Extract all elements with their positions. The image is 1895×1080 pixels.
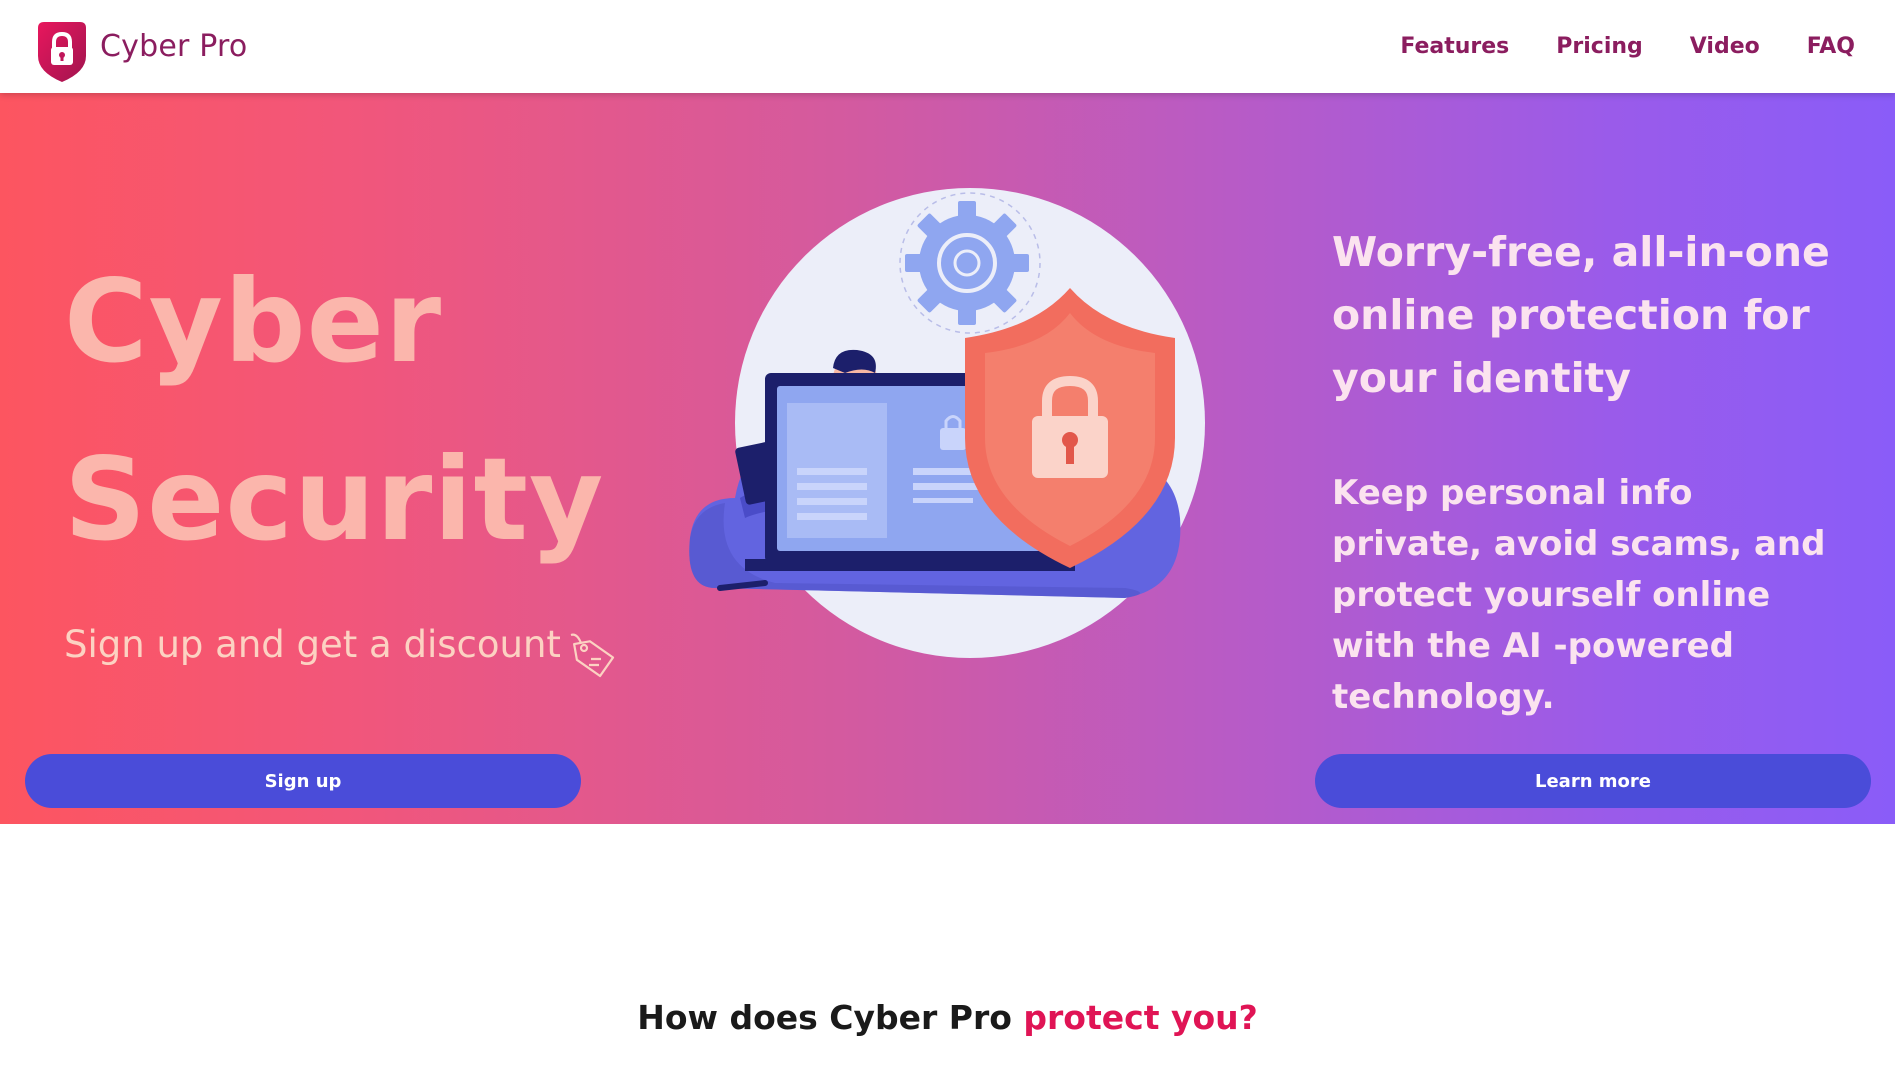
gear-icon [905,201,1029,325]
tag-icon [570,633,615,678]
nav-video[interactable]: Video [1690,34,1760,59]
hero-section: Cyber Security Sign up and get a discoun… [0,93,1895,824]
signup-button[interactable]: Sign up [25,754,581,808]
hero-right-column: Worry-free, all-in-one online protection… [1332,221,1852,723]
main-nav: Features Pricing Video FAQ [1353,34,1855,59]
security-illustration [689,188,1205,658]
logo-text: Cyber Pro [100,28,248,64]
nav-features[interactable]: Features [1400,34,1509,59]
hero-heading: Worry-free, all-in-one online protection… [1332,228,1830,402]
nav-pricing[interactable]: Pricing [1556,34,1643,59]
site-header: Cyber Pro Features Pricing Video FAQ [0,0,1895,93]
learn-more-button[interactable]: Learn more [1315,754,1871,808]
lock-shield-logo-icon [38,22,86,82]
section-title: How does Cyber Pro protect you? [0,998,1895,1037]
hero-title-line2: Security [64,433,605,566]
hero-title-line1: Cyber [64,255,443,388]
section-title-plain: How does Cyber Pro [637,998,1012,1037]
logo[interactable]: Cyber Pro [34,18,247,84]
section-title-accent: protect you? [1023,998,1258,1037]
hero-subtitle: Sign up and get a discount [64,623,561,666]
hero-title: Cyber Security [64,233,604,589]
nav-faq[interactable]: FAQ [1807,34,1855,59]
hero-description: Keep personal info private, avoid scams,… [1332,473,1826,717]
